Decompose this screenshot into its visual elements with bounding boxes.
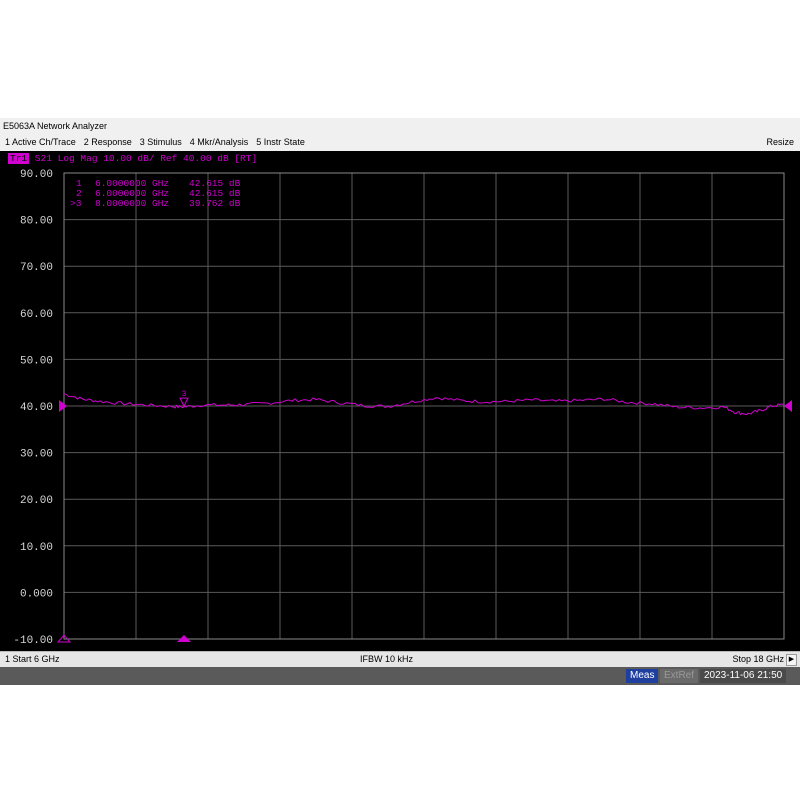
marker-3-symbol: [179, 397, 189, 408]
y-tick-label: 80.00: [20, 216, 53, 228]
marker-3-number: 3: [182, 390, 187, 399]
y-tick-label: 30.00: [20, 449, 53, 461]
y-tick-label: 70.00: [20, 262, 53, 274]
trace-header[interactable]: Tr1 S21 Log Mag 10.00 dB/ Ref 40.00 dB […: [8, 153, 257, 164]
date-time: 2023-11-06 21:50: [700, 669, 787, 683]
menu-mkr-analysis[interactable]: 4 Mkr/Analysis: [186, 134, 253, 150]
trace-format-label: S21 Log Mag 10.00 dB/ Ref 40.00 dB [RT]: [29, 153, 258, 164]
ifbw-setting[interactable]: IFBW 10 kHz: [360, 652, 413, 667]
title-bar: E5063A Network Analyzer: [0, 118, 800, 134]
menu-active-ch-trace[interactable]: 1 Active Ch/Trace: [0, 134, 80, 150]
channel-footer: 1 Start 6 GHz IFBW 10 kHz Stop 18 GHz ▶: [0, 651, 800, 667]
marker-group: 3: [56, 390, 792, 643]
y-tick-label: 40.00: [20, 402, 53, 414]
y-tick-label: 60.00: [20, 309, 53, 321]
ref-level-right-arrow: [784, 400, 792, 412]
measurement-screen: 90.00 80.00 70.00 60.00 50.00 40.00 30.00 20.00…: [0, 151, 800, 651]
extref-indicator: ExtRef: [660, 669, 699, 683]
marker-readout: 1 6.0000000 GHz 42.615 dB 2 6.0000000 GH…: [70, 178, 241, 209]
menu-response[interactable]: 2 Response: [80, 134, 136, 150]
ref-level-left-arrow: [59, 400, 67, 412]
y-tick-label: -10.00: [13, 635, 53, 647]
stop-frequency[interactable]: Stop 18 GHz: [732, 652, 784, 667]
start-frequency[interactable]: 1 Start 6 GHz: [5, 652, 60, 667]
marker-3-label: >3: [70, 198, 82, 209]
menu-stimulus[interactable]: 3 Stimulus: [136, 134, 186, 150]
trace-tag[interactable]: Tr1: [8, 153, 30, 164]
trace-plot: 90.00 80.00 70.00 60.00 50.00 40.00 30.00 20.00…: [13, 169, 792, 647]
status-bar: Meas ExtRef 2023-11-06 21:50: [0, 667, 800, 685]
marker-3-value: 39.762 dB: [189, 198, 241, 209]
menu-instr-state[interactable]: 5 Instr State: [252, 134, 309, 150]
y-tick-label: 90.00: [20, 169, 53, 181]
y-tick-label: 50.00: [20, 355, 53, 367]
y-axis-ticks: 90.00 80.00 70.00 60.00 50.00 40.00 30.00 20.00…: [13, 169, 53, 647]
analyzer-window: E5063A Network Analyzer 1 Active Ch/Trac…: [0, 118, 800, 685]
y-tick-label: 0.000: [20, 588, 53, 600]
menu-bar: 1 Active Ch/Trace 2 Response 3 Stimulus 4 M…: [0, 134, 800, 150]
y-tick-label: 20.00: [20, 495, 53, 507]
meas-indicator: Meas: [626, 669, 659, 683]
window-title: E5063A Network Analyzer: [3, 121, 108, 131]
resize-button[interactable]: Resize: [766, 134, 794, 150]
arrow-right-icon[interactable]: ▶: [786, 654, 797, 666]
y-tick-label: 10.00: [20, 542, 53, 554]
marker-3-freq: 8.0000000 GHz: [95, 198, 169, 209]
